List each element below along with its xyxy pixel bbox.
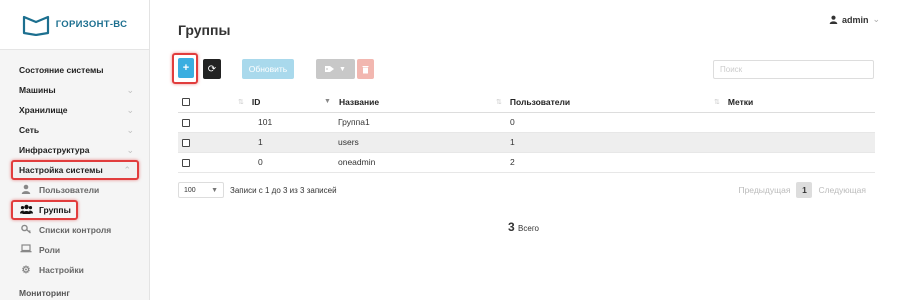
cell-users: 2 <box>496 152 714 173</box>
sort-icon: ⇅ <box>496 98 502 106</box>
brand-name: ГОРИЗОНТ-ВС <box>55 19 128 30</box>
brand-logo-icon <box>22 15 49 36</box>
search-input[interactable] <box>713 60 874 79</box>
sidebar-item-label: Хранилище <box>19 105 68 115</box>
sidebar-item-storage[interactable]: Хранилище ⌄ <box>0 100 150 120</box>
cell-labels <box>714 132 875 153</box>
chevron-down-icon: ⌄ <box>872 14 880 24</box>
chevron-down-icon: ⌄ <box>126 144 134 155</box>
tag-icon <box>325 66 335 72</box>
sidebar-item-label: Состояние системы <box>19 65 104 75</box>
sidebar-subitem-roles[interactable]: Роли <box>0 240 150 260</box>
add-group-button[interactable]: + <box>178 58 194 78</box>
refresh-button[interactable]: ⟳ <box>203 59 221 79</box>
page-size-select[interactable]: 100 ▼ <box>178 182 224 198</box>
sidebar-item-network[interactable]: Сеть ⌄ <box>0 120 150 140</box>
cell-name: oneadmin <box>324 152 496 173</box>
delete-button[interactable] <box>357 59 374 79</box>
cell-labels <box>714 112 875 133</box>
table-row[interactable]: 0 oneadmin 2 <box>178 152 875 173</box>
sidebar-subitem-label: Списки контроля <box>39 225 112 235</box>
column-header-labels[interactable]: ⇅ Метки <box>714 92 875 113</box>
prev-page-button[interactable]: Предыдущая <box>738 185 790 195</box>
page-size-value: 100 <box>184 186 196 194</box>
row-checkbox[interactable] <box>182 138 190 147</box>
cell-id: 1 <box>238 132 324 153</box>
records-info: Записи с 1 до 3 из 3 записей <box>230 185 337 195</box>
laptop-icon <box>20 244 32 256</box>
cell-id: 0 <box>238 152 324 173</box>
sidebar-item-label: Инфраструктура <box>19 145 90 155</box>
sort-icon: ⇅ <box>238 98 244 106</box>
sidebar-item-system-settings[interactable]: Настройка системы ⌃ <box>11 160 139 180</box>
sidebar-item-label: Машины <box>19 85 56 95</box>
main-content: Группы admin ⌄ + ⟳ Обновить ▼ ⇅ID <box>150 0 900 300</box>
refresh-icon: ⟳ <box>207 63 217 75</box>
page-1-button[interactable]: 1 <box>796 182 813 198</box>
total-count-label: Всего <box>518 224 540 233</box>
sidebar: ГОРИЗОНТ-ВС Состояние системы Машины ⌄ Х… <box>0 0 150 300</box>
chevron-down-icon: ⌄ <box>126 124 134 135</box>
sidebar-item-machines[interactable]: Машины ⌄ <box>0 80 150 100</box>
sidebar-subitem-settings[interactable]: ⚙ Настройки <box>0 260 150 280</box>
sidebar-item-label: Настройка системы <box>19 165 103 175</box>
cell-users: 0 <box>496 112 714 133</box>
table-footer-left: 100 ▼ Записи с 1 до 3 из 3 записей <box>178 182 337 198</box>
sidebar-item-monitoring[interactable]: Мониторинг <box>19 288 70 298</box>
groups-table: ⇅ ID ▼ Название ⇅ Пользователи ⇅ Метки 101 Г… <box>178 92 875 173</box>
column-header-name[interactable]: ▼ Название <box>324 92 496 113</box>
user-icon <box>829 15 838 24</box>
total-count-value: 3 <box>508 220 515 234</box>
sidebar-subitem-label: Пользователи <box>39 185 100 195</box>
chevron-down-icon: ▼ <box>339 65 346 73</box>
table-header-row: ⇅ ID ▼ Название ⇅ Пользователи ⇅ Метки <box>178 92 875 113</box>
cell-id: 101 <box>238 112 324 133</box>
sidebar-subitem-acl[interactable]: Списки контроля <box>0 220 150 240</box>
chevron-down-icon: ⌄ <box>126 104 134 115</box>
sidebar-item-label: Сеть <box>19 125 40 135</box>
logo[interactable]: ГОРИЗОНТ-ВС <box>0 0 149 50</box>
sidebar-subitem-label: Роли <box>39 245 61 255</box>
chevron-down-icon: ▼ <box>211 186 218 194</box>
sidebar-subitem-users[interactable]: Пользователи <box>0 180 150 200</box>
cell-labels <box>714 152 875 173</box>
next-page-button[interactable]: Следующая <box>818 185 866 195</box>
page-title: Группы <box>178 22 231 38</box>
tags-dropdown-button[interactable]: ▼ <box>316 59 355 79</box>
user-icon <box>20 184 32 197</box>
column-header-id[interactable]: ⇅ ID <box>238 92 324 113</box>
sidebar-subitem-label: Группы <box>39 205 71 215</box>
cell-name: Группа1 <box>324 112 496 133</box>
sidebar-subitem-groups[interactable]: Группы <box>11 200 78 220</box>
table-row[interactable]: 1 users 1 <box>178 132 875 153</box>
total-count: 3 Всего <box>508 220 539 234</box>
gear-icon: ⚙ <box>21 264 31 276</box>
sidebar-item-status[interactable]: Состояние системы <box>0 60 150 80</box>
select-all-checkbox[interactable] <box>182 97 190 106</box>
user-name: admin <box>841 14 869 25</box>
sidebar-subitem-label: Настройки <box>39 265 84 275</box>
pagination: Предыдущая 1 Следующая <box>738 182 866 198</box>
row-checkbox[interactable] <box>182 118 190 127</box>
cell-name: users <box>324 132 496 153</box>
column-header-users[interactable]: ⇅ Пользователи <box>496 92 714 113</box>
chevron-up-icon: ⌃ <box>123 164 131 175</box>
key-icon <box>20 224 32 237</box>
row-checkbox[interactable] <box>182 158 190 167</box>
chevron-down-icon: ⌄ <box>126 84 134 95</box>
sort-icon: ⇅ <box>714 98 720 106</box>
users-icon <box>20 204 33 217</box>
update-button[interactable]: Обновить <box>242 59 294 79</box>
cell-users: 1 <box>496 132 714 153</box>
sort-desc-icon: ▼ <box>324 98 331 106</box>
sidebar-item-infrastructure[interactable]: Инфраструктура ⌄ <box>0 140 150 160</box>
trash-icon <box>362 65 369 73</box>
table-row[interactable]: 101 Группа1 0 <box>178 112 875 133</box>
user-menu[interactable]: admin ⌄ <box>829 14 880 25</box>
sidebar-menu: Состояние системы Машины ⌄ Хранилище ⌄ С… <box>0 60 150 280</box>
